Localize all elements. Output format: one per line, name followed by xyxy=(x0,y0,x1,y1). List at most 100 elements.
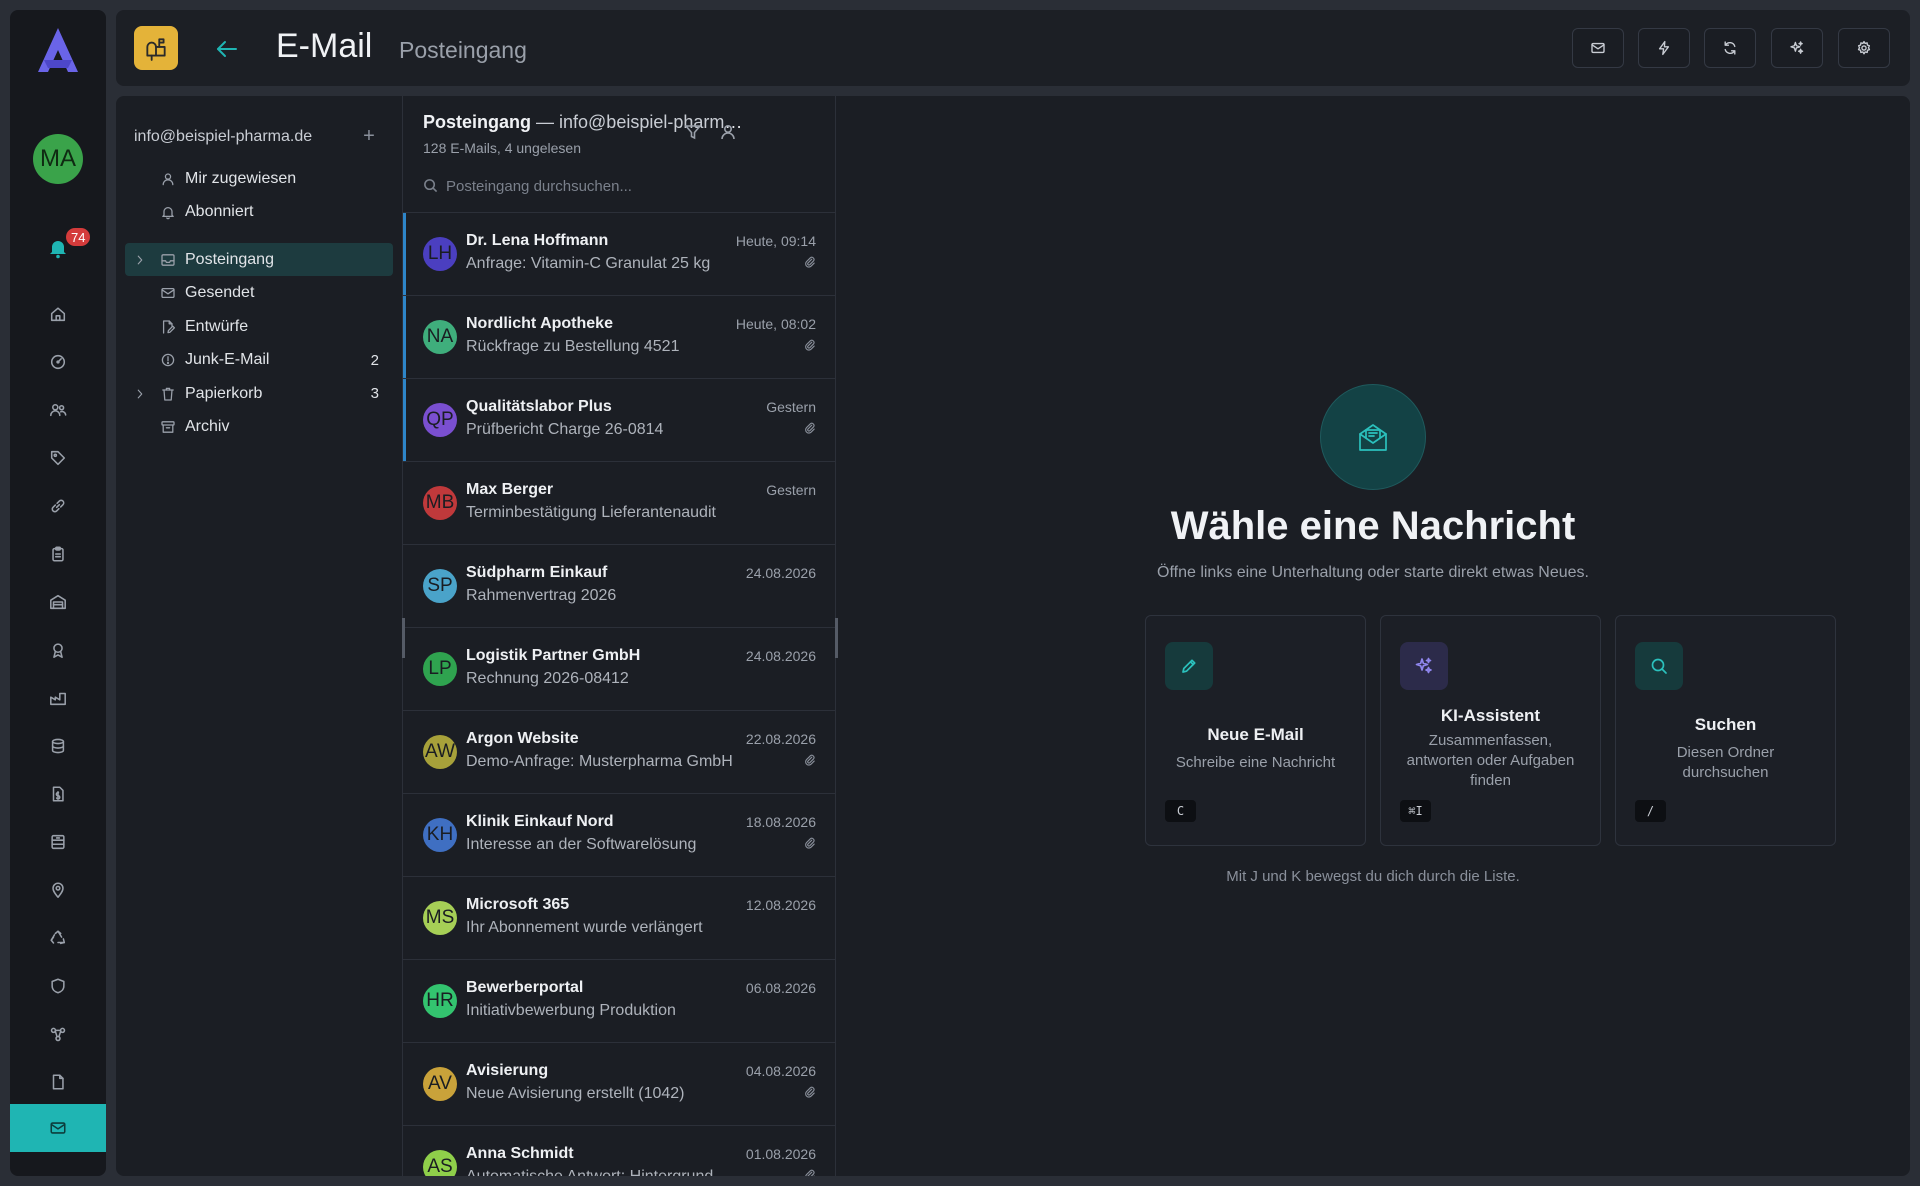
message-subject: Anfrage: Vitamin-C Granulat 25 kg xyxy=(466,255,711,272)
message-date: Heute, 08:02 xyxy=(735,316,816,332)
action-card-sparkles[interactable]: KI-Assistent Zusammenfassen, antworten o… xyxy=(1380,615,1601,846)
message-date: 18.08.2026 xyxy=(745,814,816,830)
sender-avatar: HR xyxy=(423,984,457,1018)
message-row[interactable]: LP Logistik Partner GmbH Rechnung 2026-0… xyxy=(403,628,836,711)
rail-nav-recycle[interactable] xyxy=(10,914,106,962)
message-date: 04.08.2026 xyxy=(745,1063,816,1079)
sender-avatar: LH xyxy=(423,237,457,271)
resize-handle-left[interactable] xyxy=(402,618,405,658)
folder-quick-1[interactable]: Abonniert xyxy=(125,196,393,229)
rail-nav-database[interactable] xyxy=(10,722,106,770)
folder-item-archiv[interactable]: Archiv xyxy=(125,411,393,444)
message-date: 22.08.2026 xyxy=(745,731,816,747)
card-description: Zusammenfassen, antworten oder Aufgaben … xyxy=(1406,732,1575,789)
logo-icon[interactable] xyxy=(34,26,82,76)
folder-quick-0[interactable]: Mir zugewiesen xyxy=(125,162,393,195)
sender-avatar: NA xyxy=(423,320,457,354)
rail-nav-workflow[interactable] xyxy=(10,1010,106,1058)
search-icon xyxy=(424,179,438,193)
folder-item-gesendet[interactable]: Gesendet xyxy=(125,277,393,310)
user-avatar[interactable]: MA xyxy=(33,134,83,184)
rail-nav-clipboard[interactable] xyxy=(10,530,106,578)
message-row[interactable]: AV Avisierung Neue Avisierung erstellt (… xyxy=(403,1043,836,1126)
message-date: Gestern xyxy=(766,399,816,415)
back-arrow-icon[interactable] xyxy=(212,34,242,64)
rail-nav-location[interactable] xyxy=(10,866,106,914)
message-row[interactable]: NA Nordlicht Apotheke Rückfrage zu Beste… xyxy=(403,296,836,379)
sender-avatar: MS xyxy=(423,901,457,935)
message-row[interactable]: SP Südpharm Einkauf Rahmenvertrag 2026 2… xyxy=(403,545,836,628)
rail-nav-file[interactable] xyxy=(10,1058,106,1106)
message-sender: Microsoft 365 xyxy=(466,896,570,913)
location-icon xyxy=(49,881,67,899)
message-row[interactable]: AS Anna Schmidt Automatische Antwort: Hi… xyxy=(403,1126,836,1176)
header-bolt-button[interactable] xyxy=(1638,28,1690,68)
rail-nav-award[interactable] xyxy=(10,626,106,674)
filter-icon[interactable] xyxy=(683,122,703,142)
header-refresh-button[interactable] xyxy=(1704,28,1756,68)
rail-nav-shield[interactable] xyxy=(10,962,106,1010)
rail-nav-mail[interactable] xyxy=(10,1104,106,1152)
rail-nav-warehouse[interactable] xyxy=(10,578,106,626)
rail-nav-home[interactable] xyxy=(10,290,106,338)
message-sender: Anna Schmidt xyxy=(466,1145,574,1162)
recycle-icon xyxy=(49,929,67,947)
sender-avatar: KH xyxy=(423,818,457,852)
invoice-icon xyxy=(49,785,67,803)
rail-nav-link[interactable] xyxy=(10,482,106,530)
draft-icon xyxy=(160,319,176,335)
folder-count: 3 xyxy=(370,385,379,402)
main-panel: info@beispiel-pharma.de + Mir zugewiesen… xyxy=(116,96,1910,1176)
search-icon xyxy=(1635,642,1683,690)
chevron-right-icon[interactable] xyxy=(133,253,147,267)
assignee-filter-icon[interactable] xyxy=(718,122,738,142)
sender-avatar: QP xyxy=(423,403,457,437)
sender-avatar: AW xyxy=(423,735,457,769)
header-mail-button[interactable] xyxy=(1572,28,1624,68)
header-gear-button[interactable] xyxy=(1838,28,1890,68)
message-row[interactable]: MS Microsoft 365 Ihr Abonnement wurde ve… xyxy=(403,877,836,960)
message-subject: Rechnung 2026-08412 xyxy=(466,670,629,687)
rail-nav-dashboard[interactable] xyxy=(10,338,106,386)
message-sender: Südpharm Einkauf xyxy=(466,564,608,581)
rail-nav-factory[interactable] xyxy=(10,674,106,722)
rail-nav-users[interactable] xyxy=(10,386,106,434)
archive-icon xyxy=(160,419,176,435)
clipboard-icon xyxy=(49,545,67,563)
card-title: Suchen xyxy=(1694,715,1757,734)
folder-count: 2 xyxy=(370,351,379,369)
gear-icon xyxy=(1856,40,1872,56)
workflow-icon xyxy=(49,1025,67,1043)
folder-item-posteingang[interactable]: Posteingang xyxy=(125,243,393,276)
warehouse-icon xyxy=(49,593,67,611)
rail-nav-tag[interactable] xyxy=(10,434,106,482)
dashboard-icon xyxy=(49,353,67,371)
folder-item-entwürfe[interactable]: Entwürfe xyxy=(125,310,393,343)
account-label[interactable]: info@beispiel-pharma.de xyxy=(134,128,312,146)
message-row[interactable]: LH Dr. Lena Hoffmann Anfrage: Vitamin-C … xyxy=(403,213,836,296)
header-sparkles-button[interactable] xyxy=(1771,28,1823,68)
message-row[interactable]: AW Argon Website Demo-Anfrage: Musterpha… xyxy=(403,711,836,794)
file-icon xyxy=(49,1073,67,1091)
folder-item-junk-e-mail[interactable]: Junk-E-Mail 2 xyxy=(125,344,393,377)
add-account-button[interactable]: + xyxy=(359,126,379,146)
card-title: KI-Assistent xyxy=(1440,706,1541,725)
message-row[interactable]: MB Max Berger Terminbestätigung Lieferan… xyxy=(403,462,836,545)
rail-nav-invoice[interactable] xyxy=(10,770,106,818)
search-bar xyxy=(423,174,813,198)
folder-pane: info@beispiel-pharma.de + Mir zugewiesen… xyxy=(116,96,403,1176)
folder-item-papierkorb[interactable]: Papierkorb 3 xyxy=(125,377,393,410)
sender-avatar: LP xyxy=(423,652,457,686)
shortcut-key: C xyxy=(1165,800,1196,822)
notification-count-badge: 74 xyxy=(64,226,93,248)
chevron-right-icon[interactable] xyxy=(133,387,147,401)
action-card-search[interactable]: Suchen Diesen Ordner durchsuchen / xyxy=(1615,615,1836,846)
message-row[interactable]: HR Bewerberportal Initiativbewerbung Pro… xyxy=(403,960,836,1043)
search-input[interactable] xyxy=(446,174,806,198)
message-row[interactable]: QP Qualitätslabor Plus Prüfbericht Charg… xyxy=(403,379,836,462)
folder-label: Junk-E-Mail xyxy=(185,351,270,368)
folder-label: Posteingang xyxy=(185,250,274,268)
message-row[interactable]: KH Klinik Einkauf Nord Interesse an der … xyxy=(403,794,836,877)
action-card-pencil[interactable]: Neue E-Mail Schreibe eine Nachricht C xyxy=(1145,615,1366,846)
rail-nav-archive-box[interactable] xyxy=(10,818,106,866)
